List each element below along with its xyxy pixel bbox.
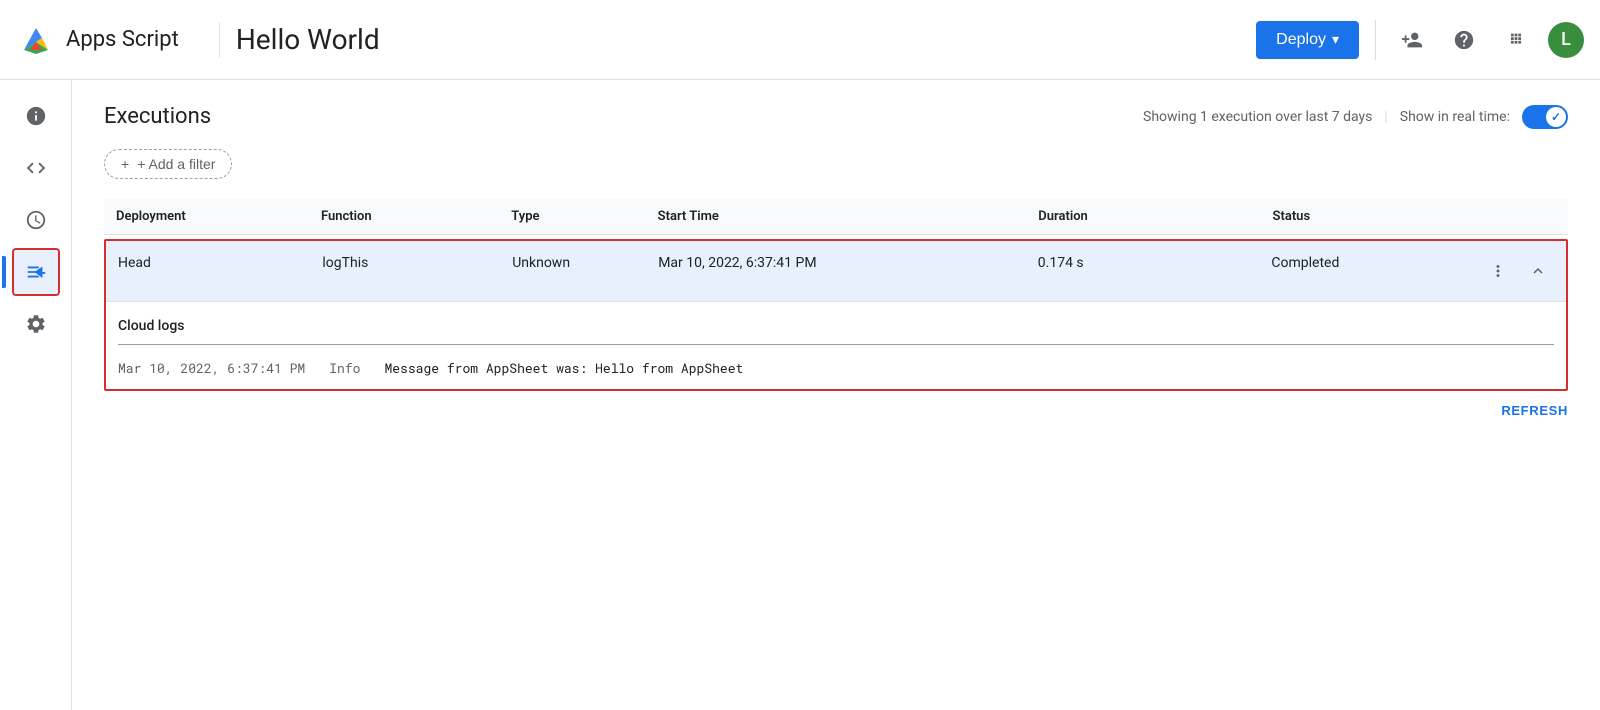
col-header-duration: Duration	[1026, 199, 1260, 235]
apps-grid-icon	[1505, 29, 1527, 51]
meta-divider: |	[1384, 109, 1387, 125]
executions-header: Executions Showing 1 execution over last…	[104, 104, 1568, 129]
collapse-row-button[interactable]	[1522, 255, 1554, 287]
header: Apps Script Hello World Deploy ▾ L	[0, 0, 1600, 80]
executions-table-wrapper: Deployment Function Type Start Time Dura…	[104, 199, 1568, 391]
cell-status: Completed	[1259, 241, 1463, 301]
user-avatar[interactable]: L	[1548, 22, 1584, 58]
cell-starttime: Mar 10, 2022, 6:37:41 PM	[646, 241, 1026, 301]
sidebar	[0, 80, 72, 710]
sidebar-item-triggers[interactable]	[12, 196, 60, 244]
realtime-toggle[interactable]: ✓	[1522, 105, 1568, 129]
execution-row-table: Head logThis Unknown Mar 10, 2022, 6:37:…	[106, 241, 1566, 301]
cell-deployment: Head	[106, 241, 310, 301]
info-icon	[25, 105, 47, 127]
app-logo: Apps Script	[16, 20, 179, 60]
executions-meta: Showing 1 execution over last 7 days | S…	[1143, 105, 1568, 129]
realtime-label: Show in real time:	[1400, 109, 1510, 125]
refresh-button[interactable]: REFRESH	[1501, 403, 1568, 418]
sidebar-item-settings[interactable]	[12, 300, 60, 348]
add-filter-button[interactable]: + + Add a filter	[104, 149, 232, 179]
person-add-icon	[1401, 29, 1423, 51]
deploy-label: Deploy	[1276, 31, 1326, 49]
content-area: Executions Showing 1 execution over last…	[72, 80, 1600, 710]
more-options-button[interactable]	[1482, 255, 1514, 287]
col-header-status: Status	[1261, 199, 1466, 235]
cell-duration: 0.174 s	[1026, 241, 1260, 301]
header-actions: Deploy ▾ L	[1256, 20, 1584, 60]
main-layout: Executions Showing 1 execution over last…	[0, 80, 1600, 710]
executions-icon	[25, 261, 47, 283]
project-title: Hello World	[236, 23, 380, 56]
log-timestamp: Mar 10, 2022, 6:37:41 PM	[118, 359, 305, 377]
help-icon	[1453, 29, 1475, 51]
app-title: Apps Script	[66, 27, 179, 52]
cloud-logs-title: Cloud logs	[118, 318, 1554, 334]
log-message: Message from AppSheet was: Hello from Ap…	[384, 359, 743, 377]
deploy-chevron-icon: ▾	[1332, 31, 1339, 48]
row-action-group	[1476, 255, 1554, 287]
chevron-up-icon	[1529, 262, 1547, 280]
execution-section: Head logThis Unknown Mar 10, 2022, 6:37:…	[104, 239, 1568, 391]
cell-type: Unknown	[500, 241, 646, 301]
col-header-type: Type	[499, 199, 645, 235]
filter-bar: + + Add a filter	[104, 149, 1568, 179]
table-row: Head logThis Unknown Mar 10, 2022, 6:37:…	[106, 241, 1566, 301]
cloud-logs-section: Cloud logs Mar 10, 2022, 6:37:41 PM Info…	[106, 301, 1566, 389]
toggle-check-icon: ✓	[1551, 110, 1561, 124]
col-header-function: Function	[309, 199, 499, 235]
apps-grid-button[interactable]	[1496, 20, 1536, 60]
sidebar-item-overview[interactable]	[12, 92, 60, 140]
sidebar-active-indicator	[2, 256, 6, 288]
help-button[interactable]	[1444, 20, 1484, 60]
col-header-deployment: Deployment	[104, 199, 309, 235]
log-divider	[118, 344, 1554, 345]
add-filter-label: + Add a filter	[137, 156, 215, 172]
executions-title: Executions	[104, 104, 211, 129]
table-header: Deployment Function Type Start Time Dura…	[104, 199, 1568, 235]
header-actions-divider	[1375, 20, 1376, 60]
toggle-knob: ✓	[1546, 107, 1566, 127]
add-filter-icon: +	[121, 156, 129, 172]
deploy-button[interactable]: Deploy ▾	[1256, 21, 1359, 59]
col-header-starttime: Start Time	[646, 199, 1027, 235]
executions-summary: Showing 1 execution over last 7 days	[1143, 109, 1372, 125]
col-header-actions	[1465, 199, 1568, 235]
header-divider	[219, 22, 220, 58]
cell-function: logThis	[310, 241, 500, 301]
sidebar-item-executions[interactable]	[12, 248, 60, 296]
more-vert-icon	[1489, 262, 1507, 280]
refresh-row: REFRESH	[104, 391, 1568, 422]
settings-icon	[25, 313, 47, 335]
triggers-icon	[25, 209, 47, 231]
sidebar-item-editor[interactable]	[12, 144, 60, 192]
executions-table: Deployment Function Type Start Time Dura…	[104, 199, 1568, 235]
log-entry: Mar 10, 2022, 6:37:41 PM Info Message fr…	[118, 355, 1554, 381]
log-level: Info	[329, 359, 360, 377]
apps-script-logo-icon	[16, 20, 56, 60]
add-collaborator-button[interactable]	[1392, 20, 1432, 60]
code-icon	[25, 157, 47, 179]
cell-actions	[1464, 241, 1566, 301]
